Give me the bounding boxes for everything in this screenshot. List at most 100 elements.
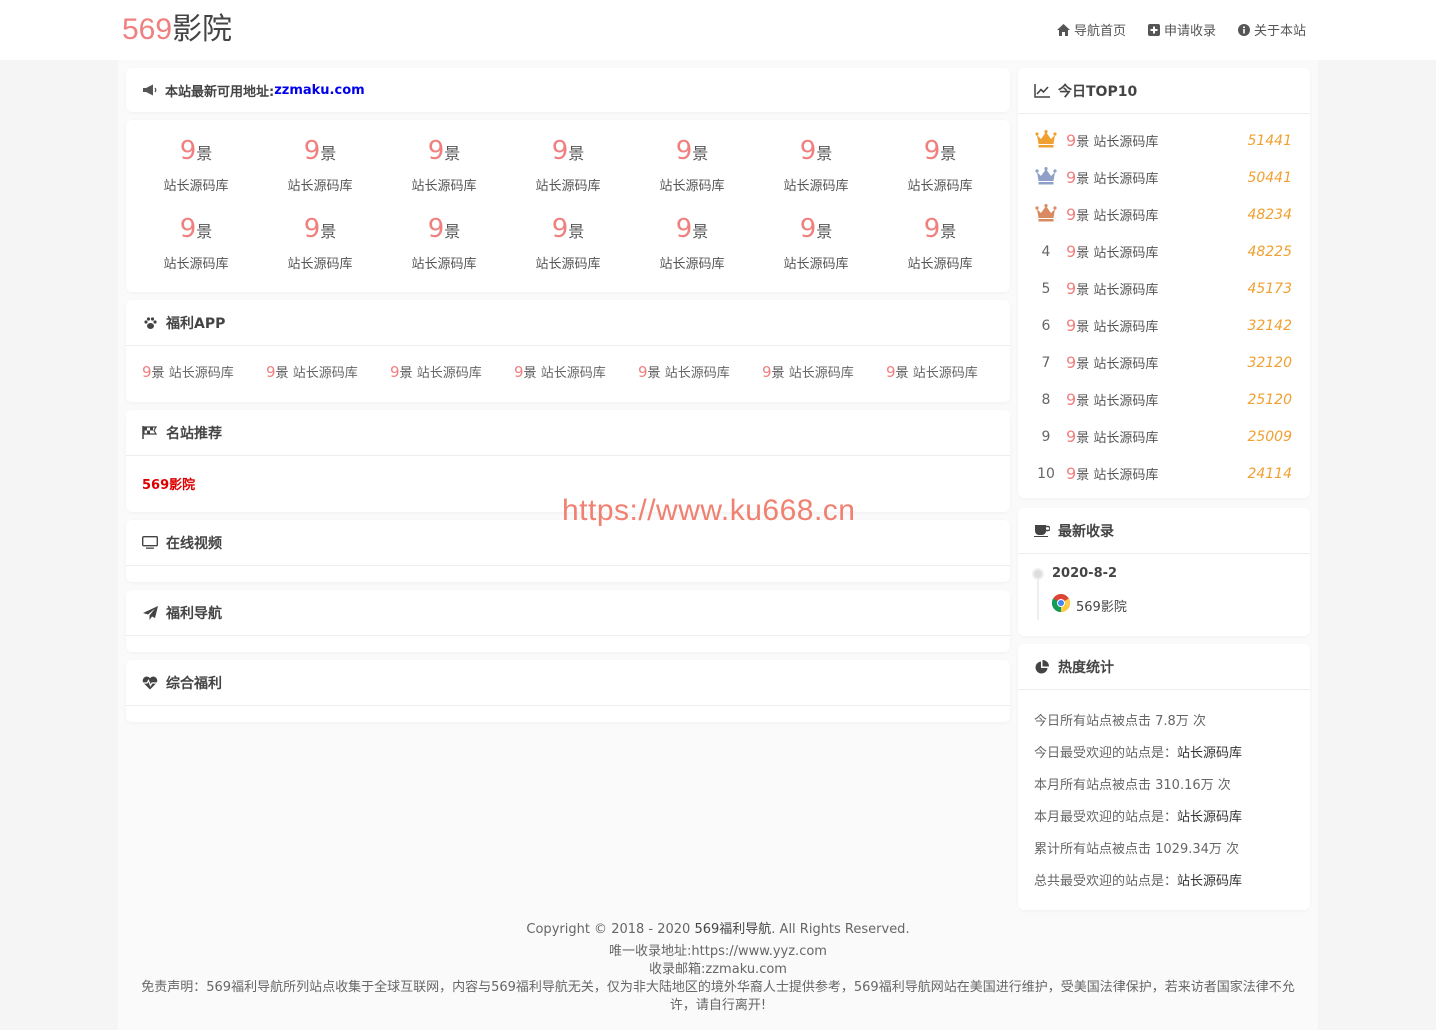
site-tile-label: 站长源码库	[659, 179, 725, 194]
site-tile[interactable]: 9景 站长源码库	[630, 136, 754, 194]
site-logo[interactable]: 569影院	[122, 10, 232, 50]
rank-number: 9	[1041, 428, 1051, 445]
copyright-site-link[interactable]: 569福利导航	[694, 922, 771, 937]
site-tile[interactable]: 9景站长源码库	[630, 214, 754, 272]
rank-site-label: 站长源码库	[1093, 320, 1159, 335]
plus-square-icon	[1147, 23, 1160, 36]
site-logo-mark: 9景	[630, 214, 754, 247]
rank-logo-digit: 9	[1066, 242, 1077, 261]
site-grid: 9景 站长源码库 9景 站长源码库 9景 站长源码库 9景 站长源码库 9景 站长源码库 9景 站长源…	[126, 120, 1010, 292]
rank-number: 10	[1037, 465, 1055, 482]
site-tile[interactable]: 9景 站长源码库	[506, 214, 630, 272]
footer-disclaimer: 免责声明：569福利导航所列站点收集于全球互联网，内容与569福利导航无关，仅为…	[141, 980, 1295, 1013]
app-label: 站长源码库	[540, 366, 606, 381]
top10-row[interactable]: 7 9景 站长源码库 32120	[1032, 344, 1296, 381]
rank-site: 9景 站长源码库	[1066, 316, 1158, 335]
rank-logo-char: 景	[1076, 246, 1090, 261]
nav-about[interactable]: 关于本站	[1237, 20, 1306, 39]
top10-row[interactable]: 10 9景 站长源码库 24114	[1032, 455, 1296, 492]
app-link[interactable]: 9景 站长源码库	[638, 362, 762, 381]
app-link[interactable]: 9景 站长源码库	[762, 362, 886, 381]
home-icon	[1056, 23, 1070, 36]
rank-number: 8	[1041, 391, 1051, 408]
logo-digit: 9	[179, 214, 197, 244]
comprehensive-title: 综合福利	[166, 675, 222, 692]
logo-digit: 9	[303, 214, 321, 244]
app-link[interactable]: 9景 站长源码库	[390, 362, 514, 381]
rank-site-label: 站长源码库	[1093, 431, 1159, 446]
site-tile-label: 站长源码库	[907, 179, 973, 194]
site-tile[interactable]: 9景 站长源码库	[506, 136, 630, 194]
rank-site: 9景 站长源码库	[1066, 168, 1158, 187]
site-tile-label: 站长源码库	[659, 257, 725, 272]
top10-row[interactable]: 9 9景 站长源码库 25009	[1032, 418, 1296, 455]
site-tile[interactable]: 9景 站长源码库	[258, 214, 382, 272]
stat-value-link[interactable]: 站长源码库	[1177, 746, 1242, 761]
latest-site-link[interactable]: 569影院	[1051, 594, 1127, 616]
copyright-suffix: . All Rights Reserved.	[771, 922, 910, 937]
stat-value-link[interactable]: 站长源码库	[1177, 874, 1242, 889]
rank-count: 48225	[1247, 243, 1292, 260]
rank-logo-digit: 9	[1066, 279, 1077, 298]
rank-logo-digit: 9	[1066, 353, 1077, 372]
logo-char: 景	[816, 222, 833, 241]
rank-logo-char: 景	[1076, 135, 1090, 150]
rank-logo-char: 景	[1076, 172, 1090, 187]
app-label: 站长源码库	[292, 366, 358, 381]
site-tile[interactable]: 9景 站长源码库	[878, 136, 1002, 194]
top10-row[interactable]: 9景 站长源码库 48234	[1032, 196, 1296, 233]
app-label: 站长源码库	[788, 366, 854, 381]
pie-chart-icon	[1034, 659, 1050, 675]
stat-line: 累计所有站点被点击 1029.34万 次	[1034, 838, 1239, 857]
site-tile[interactable]: 9景 站长源码库	[754, 136, 878, 194]
site-logo-mark: 9景	[258, 214, 382, 247]
site-tile[interactable]: 9景 站长源码库	[878, 214, 1002, 272]
rank-number: 7	[1041, 354, 1051, 371]
rank-logo-digit: 9	[1066, 427, 1077, 446]
app-label: 站长源码库	[416, 366, 482, 381]
timeline-dot	[1032, 568, 1044, 580]
app-link[interactable]: 9景 站长源码库	[514, 362, 638, 381]
rank-logo-char: 景	[1076, 357, 1090, 372]
site-tile[interactable]: 9景 站长源码库	[382, 136, 506, 194]
site-tile[interactable]: 9景 站长源码库	[258, 136, 382, 194]
app-link[interactable]: 9景 站长源码库	[142, 362, 266, 381]
rank-site-label: 站长源码库	[1093, 246, 1159, 261]
top10-row[interactable]: 9景 站长源码库 51441	[1032, 122, 1296, 159]
logo-digit: 9	[427, 214, 445, 244]
site-tile[interactable]: 9景 站长源码库	[754, 214, 878, 272]
top10-row[interactable]: 9景 站长源码库 50441	[1032, 159, 1296, 196]
app-link[interactable]: 9景 站长源码库	[266, 362, 390, 381]
recommend-link[interactable]: 569影院	[142, 474, 195, 493]
top10-row[interactable]: 6 9景 站长源码库 32142	[1032, 307, 1296, 344]
top10-row[interactable]: 8 9景 站长源码库 25120	[1032, 381, 1296, 418]
logo-char: 景	[816, 144, 833, 163]
watermark-text: https://www.ku668.cn	[562, 494, 856, 527]
top10-row[interactable]: 4 9景 站长源码库 48225	[1032, 233, 1296, 270]
logo-digit: 9	[551, 214, 569, 244]
crown-icon	[1032, 166, 1060, 189]
crown-icon	[1032, 129, 1060, 152]
site-tile-label: 站长源码库	[535, 179, 601, 194]
site-tile[interactable]: 9景 站长源码库	[382, 214, 506, 272]
site-logo-mark: 9景	[506, 214, 630, 247]
site-tile[interactable]: 9景 站长源码库	[134, 214, 258, 272]
logo-digit: 9	[551, 136, 569, 166]
stat-value-link[interactable]: 站长源码库	[1177, 810, 1242, 825]
site-tile[interactable]: 9景 站长源码库	[134, 136, 258, 194]
app-logo-char: 景	[151, 366, 165, 381]
logo-char: 景	[196, 222, 213, 241]
top10-row[interactable]: 5 9景 站长源码库 45173	[1032, 270, 1296, 307]
logo-char: 景	[320, 222, 337, 241]
rank-count: 25009	[1247, 428, 1292, 445]
comprehensive-section: 综合福利	[126, 660, 1010, 722]
nav-submit[interactable]: 申请收录	[1147, 20, 1216, 39]
stat-label: 今日所有站点被点击 7.8万 次	[1034, 714, 1206, 729]
logo-char: 景	[320, 144, 337, 163]
nav-home[interactable]: 导航首页	[1056, 20, 1126, 39]
apps-section: 福利APP 9景 站长源码库 9景 站长源码库 9景 站长源码库 9景 站长源码库 9景…	[126, 300, 1010, 402]
app-link[interactable]: 9景 站长源码库	[886, 362, 1010, 381]
latest-date: 2020-8-2	[1052, 566, 1118, 581]
latest-panel: 最新收录 2020-8-2 569影院	[1018, 508, 1310, 636]
notice-url[interactable]: zzmaku.com	[274, 83, 364, 98]
